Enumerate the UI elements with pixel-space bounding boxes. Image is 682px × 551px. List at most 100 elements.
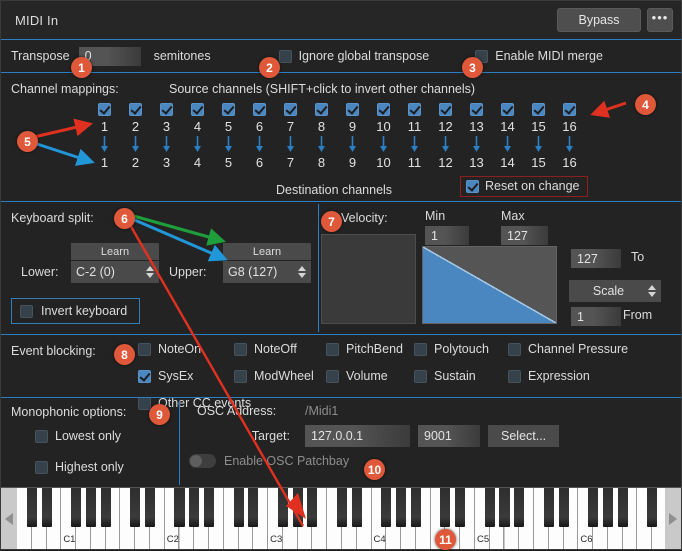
reset-on-change-row[interactable]: Reset on change — [460, 176, 588, 197]
piano-black-key[interactable] — [71, 488, 82, 527]
piano-black-key[interactable] — [307, 488, 318, 527]
destination-channel-number[interactable]: 12 — [438, 155, 452, 170]
channel-15-checkbox[interactable] — [532, 103, 545, 116]
source-channel-number[interactable]: 4 — [194, 119, 201, 134]
velocity-max-input[interactable]: 127 — [501, 226, 548, 245]
stepper-icon[interactable] — [145, 266, 154, 278]
event-block-checkbox[interactable] — [508, 342, 521, 356]
piano-black-key[interactable] — [85, 488, 96, 527]
source-channel-number[interactable]: 12 — [438, 119, 452, 134]
event-block-checkbox[interactable] — [414, 369, 427, 383]
velocity-to-input[interactable]: 127 — [571, 249, 621, 268]
channel-16-checkbox[interactable] — [563, 103, 576, 116]
velocity-mode-select[interactable]: Scale — [569, 280, 661, 302]
event-block-volume[interactable]: Volume — [326, 369, 414, 383]
source-channel-number[interactable]: 5 — [225, 119, 232, 134]
piano-black-key[interactable] — [396, 488, 407, 527]
event-block-checkbox[interactable] — [138, 369, 151, 383]
channel-2-checkbox[interactable] — [129, 103, 142, 116]
stepper-icon[interactable] — [647, 285, 656, 297]
destination-channel-number[interactable]: 3 — [163, 155, 170, 170]
invert-keyboard-row[interactable]: Invert keyboard — [11, 298, 141, 324]
channel-6-checkbox[interactable] — [253, 103, 266, 116]
destination-channel-number[interactable]: 5 — [225, 155, 232, 170]
piano-black-key[interactable] — [617, 488, 628, 527]
piano-black-key[interactable] — [558, 488, 569, 527]
velocity-pad[interactable] — [321, 234, 416, 324]
channel-7-checkbox[interactable] — [284, 103, 297, 116]
destination-channel-number[interactable]: 1 — [101, 155, 108, 170]
osc-select-button[interactable]: Select... — [488, 425, 560, 447]
piano-black-key[interactable] — [514, 488, 525, 527]
piano-black-key[interactable] — [233, 488, 244, 527]
destination-channel-number[interactable]: 15 — [531, 155, 545, 170]
channel-13-checkbox[interactable] — [470, 103, 483, 116]
source-channel-number[interactable]: 6 — [256, 119, 263, 134]
piano-black-key[interactable] — [499, 488, 510, 527]
destination-channel-number[interactable]: 8 — [318, 155, 325, 170]
piano-black-key[interactable] — [543, 488, 554, 527]
channel-10-checkbox[interactable] — [377, 103, 390, 116]
event-block-pitchbend[interactable]: PitchBend — [326, 342, 414, 356]
lowest-only-row[interactable]: Lowest only — [35, 429, 121, 443]
piano-black-key[interactable] — [647, 488, 658, 527]
highest-only-checkbox[interactable] — [35, 460, 48, 474]
event-block-sysex[interactable]: SysEx — [138, 369, 234, 383]
piano-black-key[interactable] — [41, 488, 52, 527]
piano-black-key[interactable] — [100, 488, 111, 527]
piano-black-key[interactable] — [130, 488, 141, 527]
piano-black-key[interactable] — [455, 488, 466, 527]
event-block-checkbox[interactable] — [234, 342, 247, 356]
velocity-min-input[interactable]: 1 — [425, 226, 469, 245]
osc-host-input[interactable]: 127.0.0.1 — [305, 425, 410, 447]
upper-learn-button[interactable]: Learn — [223, 243, 311, 260]
osc-patchbay-toggle[interactable] — [189, 454, 216, 468]
channel-14-checkbox[interactable] — [501, 103, 514, 116]
lower-learn-button[interactable]: Learn — [71, 243, 159, 260]
event-block-checkbox[interactable] — [234, 369, 247, 383]
channel-3-checkbox[interactable] — [160, 103, 173, 116]
triangle-left-icon[interactable] — [1, 488, 17, 549]
velocity-curve[interactable] — [422, 246, 557, 324]
channel-1-checkbox[interactable] — [98, 103, 111, 116]
event-block-checkbox[interactable] — [414, 342, 427, 356]
piano-black-key[interactable] — [351, 488, 362, 527]
event-block-sustain[interactable]: Sustain — [414, 369, 508, 383]
overflow-menu-icon[interactable]: ••• — [647, 8, 673, 32]
event-block-checkbox[interactable] — [326, 369, 339, 383]
source-channel-number[interactable]: 9 — [349, 119, 356, 134]
enable-midi-merge-row[interactable]: Enable MIDI merge — [475, 49, 603, 63]
source-channel-number[interactable]: 8 — [318, 119, 325, 134]
destination-channel-number[interactable]: 2 — [132, 155, 139, 170]
event-block-channel-pressure[interactable]: Channel Pressure — [508, 342, 628, 356]
event-block-expression[interactable]: Expression — [508, 369, 628, 383]
source-channel-number[interactable]: 3 — [163, 119, 170, 134]
piano-black-key[interactable] — [189, 488, 200, 527]
piano-keyboard[interactable]: C1 C2 C3 C4 C5 C6 — [1, 487, 681, 549]
destination-channel-number[interactable]: 6 — [256, 155, 263, 170]
destination-channel-number[interactable]: 14 — [500, 155, 514, 170]
reset-on-change-checkbox[interactable] — [466, 179, 479, 193]
event-block-noteoff[interactable]: NoteOff — [234, 342, 326, 356]
source-channel-number[interactable]: 15 — [531, 119, 545, 134]
event-block-modwheel[interactable]: ModWheel — [234, 369, 326, 383]
piano-black-key[interactable] — [588, 488, 599, 527]
source-channel-number[interactable]: 7 — [287, 119, 294, 134]
destination-channel-number[interactable]: 9 — [349, 155, 356, 170]
ignore-global-transpose-checkbox[interactable] — [278, 49, 292, 63]
piano-black-key[interactable] — [248, 488, 259, 527]
piano-black-key[interactable] — [410, 488, 421, 527]
piano-black-key[interactable] — [292, 488, 303, 527]
highest-only-row[interactable]: Highest only — [35, 460, 124, 474]
source-channel-number[interactable]: 10 — [376, 119, 390, 134]
stepper-icon[interactable] — [297, 266, 306, 278]
source-channel-number[interactable]: 13 — [469, 119, 483, 134]
destination-channel-number[interactable]: 16 — [562, 155, 576, 170]
destination-channel-number[interactable]: 7 — [287, 155, 294, 170]
piano-black-key[interactable] — [381, 488, 392, 527]
piano-black-key[interactable] — [602, 488, 613, 527]
piano-black-key[interactable] — [277, 488, 288, 527]
event-block-checkbox[interactable] — [138, 342, 151, 356]
piano-black-key[interactable] — [144, 488, 155, 527]
destination-channel-number[interactable]: 13 — [469, 155, 483, 170]
